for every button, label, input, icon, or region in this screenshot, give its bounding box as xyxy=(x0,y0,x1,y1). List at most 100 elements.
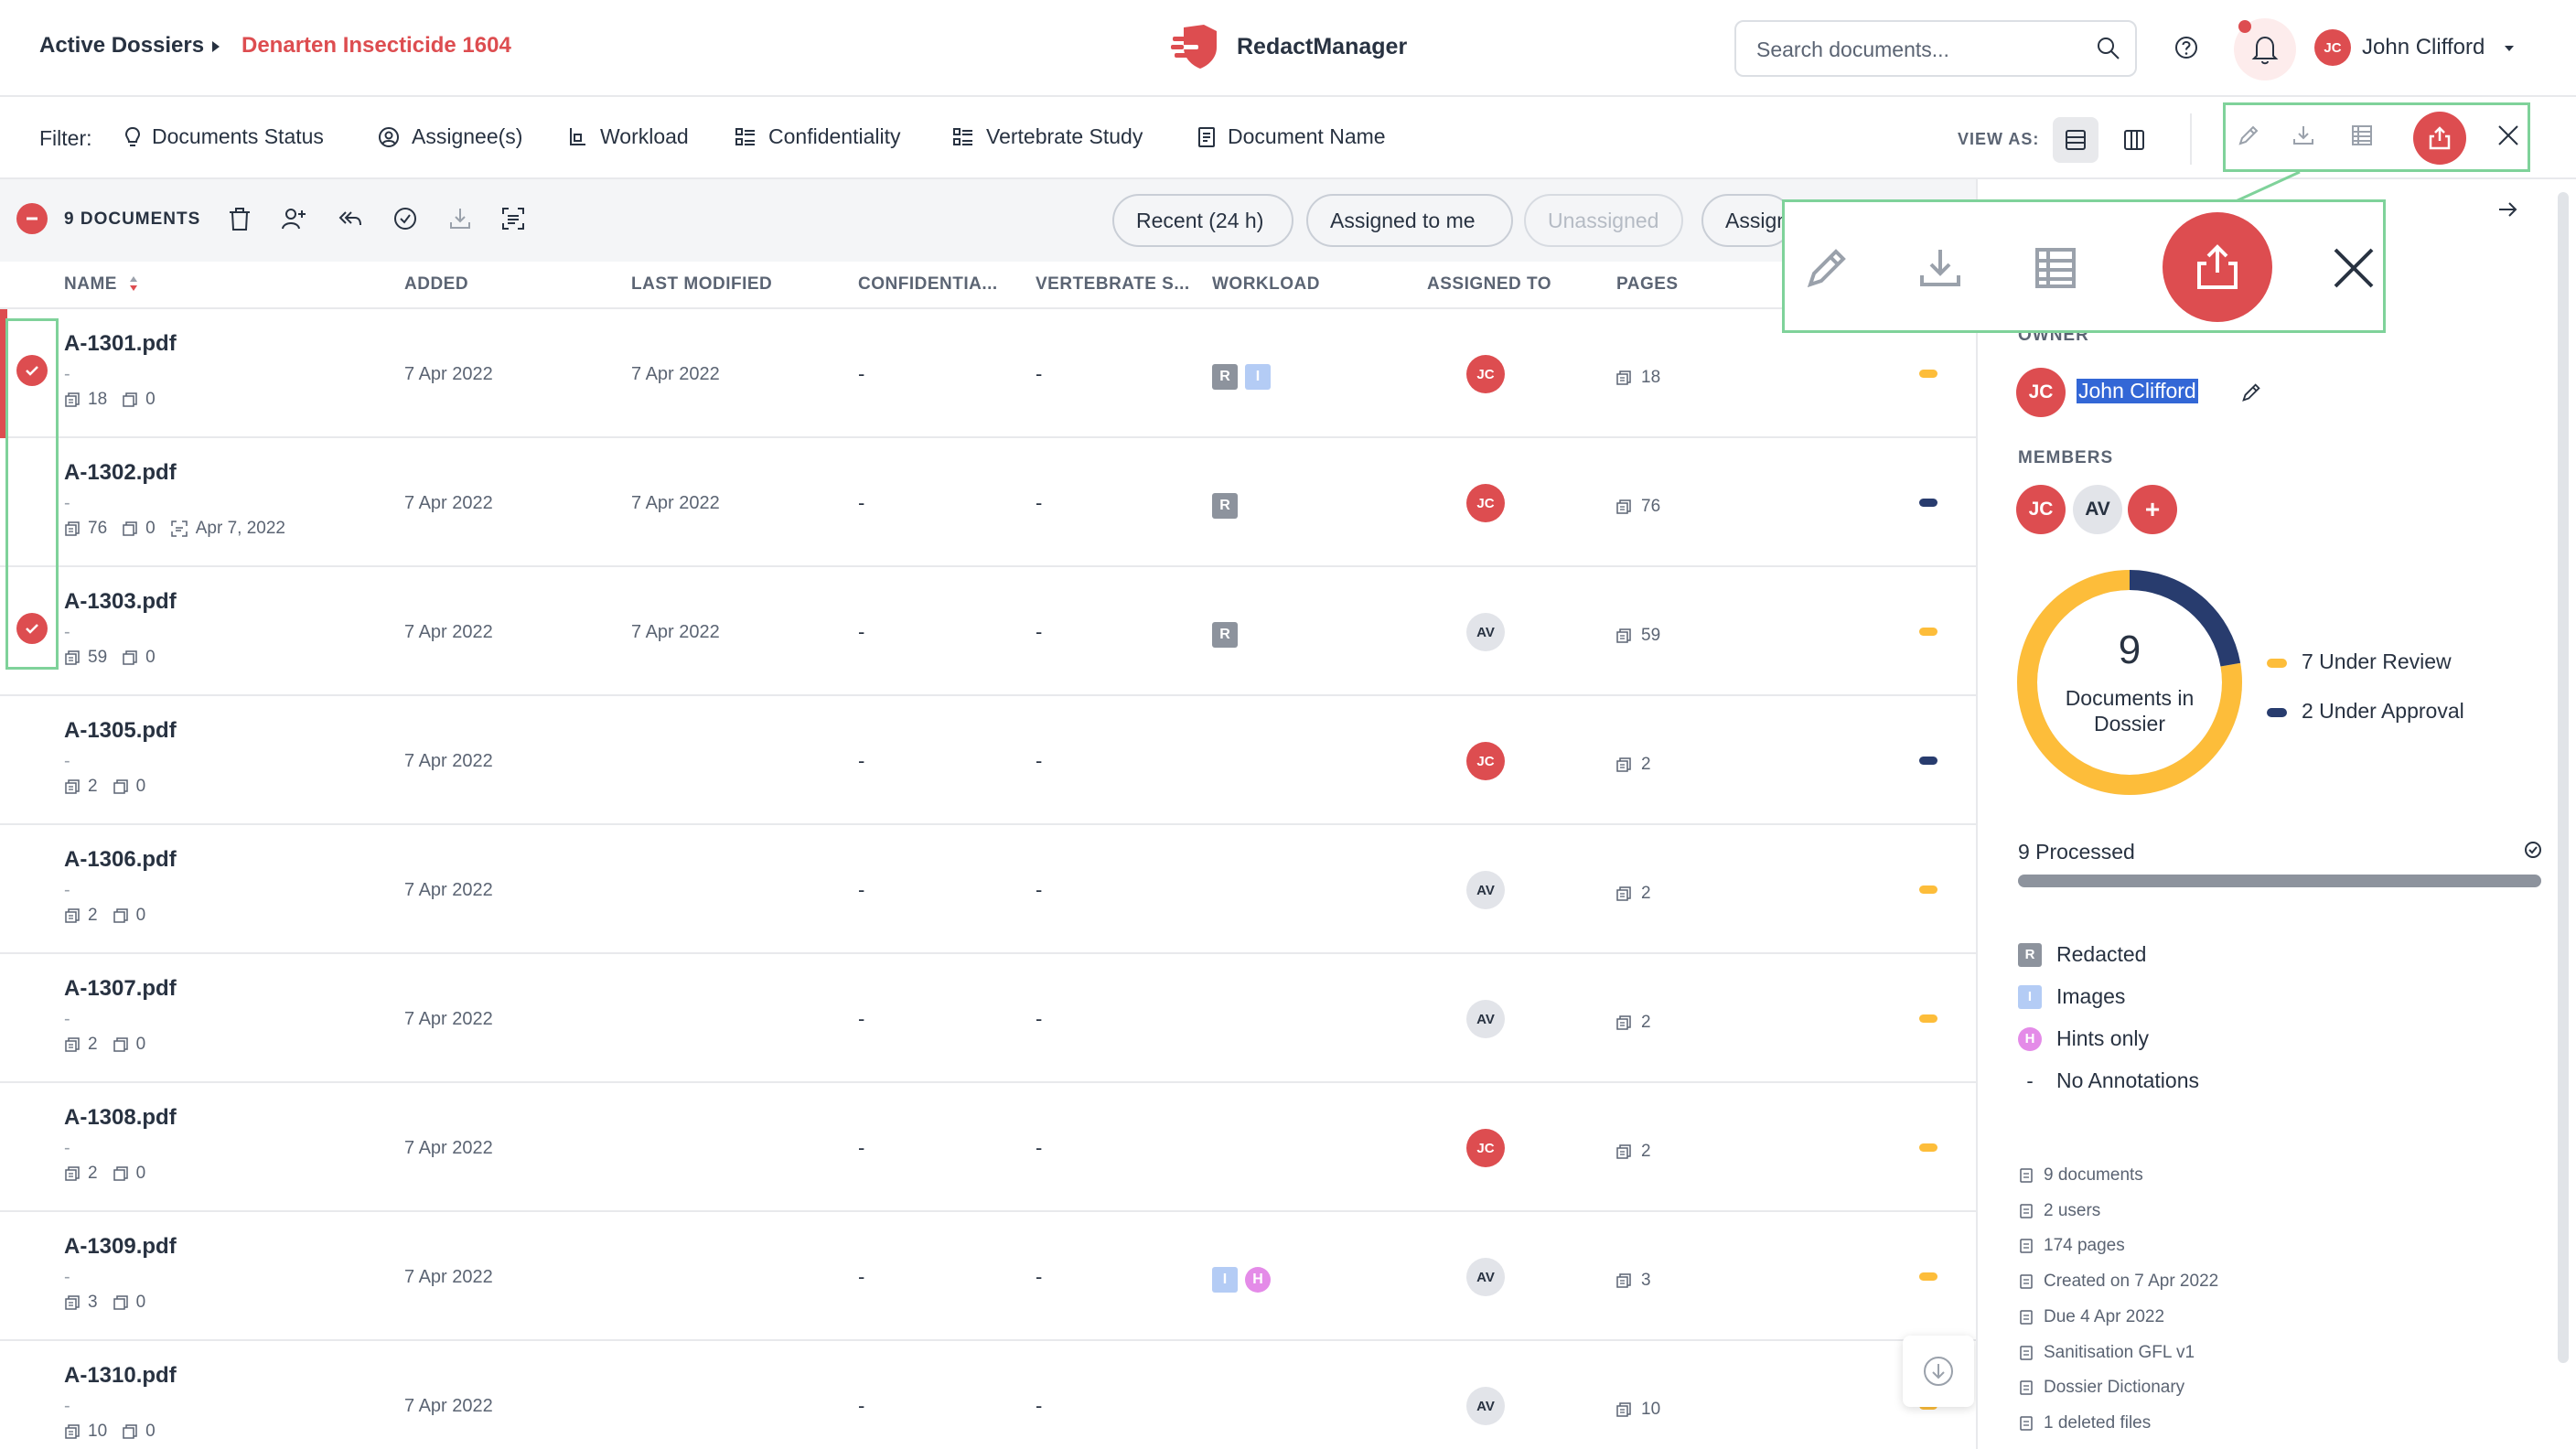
filter-documents-status[interactable]: Documents Status xyxy=(124,124,324,149)
row-checkbox[interactable] xyxy=(16,871,48,902)
filter-document-name[interactable]: Document Name xyxy=(1197,124,1386,149)
row-checkbox[interactable] xyxy=(16,1258,48,1289)
add-member-button[interactable]: + xyxy=(2128,485,2177,534)
approve-check-icon[interactable] xyxy=(392,205,419,232)
annotation-legend-none[interactable]: - No Annotations xyxy=(2018,1068,2199,1093)
edit-pencil-icon[interactable] xyxy=(1801,242,1852,294)
quick-filter-recent[interactable]: Recent (24 h) xyxy=(1112,194,1293,247)
meta-files: 0 xyxy=(145,648,156,667)
export-button[interactable] xyxy=(2413,112,2466,165)
template-icon xyxy=(2020,1345,2033,1360)
row-checkbox[interactable] xyxy=(16,1000,48,1031)
annotation-legend-redacted[interactable]: R Redacted xyxy=(2018,942,2146,967)
document-name[interactable]: A-1308.pdf xyxy=(64,1105,177,1131)
download-icon[interactable] xyxy=(1915,242,1966,294)
edit-owner-pencil-icon[interactable] xyxy=(2239,381,2263,404)
document-name[interactable]: A-1307.pdf xyxy=(64,976,177,1002)
column-header-pages[interactable]: PAGES xyxy=(1616,274,1679,295)
row-checkbox[interactable] xyxy=(16,1129,48,1160)
owner-name[interactable]: John Clifford xyxy=(2077,379,2198,403)
document-name[interactable]: A-1305.pdf xyxy=(64,718,177,744)
column-header-workload[interactable]: WORKLOAD xyxy=(1212,274,1320,295)
column-header-assigned-to[interactable]: ASSIGNED TO xyxy=(1427,274,1551,295)
download-icon[interactable] xyxy=(446,205,474,232)
table-row[interactable]: A-1306.pdf -2 0 7 Apr 2022- - AV 2 xyxy=(0,825,1976,954)
assignee-avatar[interactable]: AV xyxy=(1466,1387,1505,1425)
table-row[interactable]: A-1307.pdf -2 0 7 Apr 2022- - AV 2 xyxy=(0,954,1976,1083)
document-name[interactable]: A-1303.pdf xyxy=(64,589,177,615)
document-name[interactable]: A-1301.pdf xyxy=(64,331,177,357)
assignee-avatar[interactable]: AV xyxy=(1466,1258,1505,1296)
document-name[interactable]: A-1306.pdf xyxy=(64,847,177,873)
help-icon[interactable] xyxy=(2174,35,2199,60)
column-header-added[interactable]: ADDED xyxy=(404,274,468,295)
table-row[interactable]: A-1302.pdf -76 0 Apr 7, 2022 7 Apr 2022 7 Apr… xyxy=(0,438,1976,567)
search-box[interactable]: Search documents... xyxy=(1734,20,2137,77)
collapse-arrow-icon[interactable] xyxy=(2496,198,2519,221)
table-row[interactable]: A-1310.pdf -10 0 7 Apr 2022- - AV 10 xyxy=(0,1341,1976,1449)
assignee-avatar[interactable]: JC xyxy=(1466,742,1505,780)
assignee-avatar[interactable]: JC xyxy=(1466,355,1505,393)
confidentiality-value: - xyxy=(858,1136,865,1159)
list-view-button[interactable] xyxy=(2053,117,2098,163)
table-row[interactable]: A-1305.pdf -2 0 7 Apr 2022- - JC 2 xyxy=(0,696,1976,825)
report-table-icon[interactable] xyxy=(2030,242,2081,294)
document-name[interactable]: A-1302.pdf xyxy=(64,460,177,486)
assignee-avatar[interactable]: AV xyxy=(1466,613,1505,651)
table-row[interactable]: A-1308.pdf -2 0 7 Apr 2022- - JC 2 xyxy=(0,1083,1976,1212)
quick-filter-assigned-to-others[interactable]: Assigned to others xyxy=(1701,194,1793,247)
reply-all-icon[interactable] xyxy=(337,205,364,232)
delete-icon[interactable] xyxy=(227,205,252,232)
filter-workload[interactable]: Workload xyxy=(565,124,689,149)
search-icon[interactable] xyxy=(2095,35,2122,62)
row-checkbox[interactable] xyxy=(16,1387,48,1418)
assign-user-icon[interactable] xyxy=(280,205,307,232)
workflow-view-button[interactable] xyxy=(2111,117,2157,163)
assignee-avatar[interactable]: JC xyxy=(1466,484,1505,522)
search-input[interactable]: Search documents... xyxy=(1756,38,1949,62)
filter-assignees[interactable]: Assignee(s) xyxy=(377,124,522,149)
edit-pencil-icon[interactable] xyxy=(2236,123,2261,148)
annotation-legend-images[interactable]: I Images xyxy=(2018,984,2125,1009)
row-checkbox[interactable] xyxy=(16,742,48,773)
assignee-avatar[interactable]: AV xyxy=(1466,871,1505,909)
column-header-vertebrate-study[interactable]: VERTEBRATE S... xyxy=(1036,274,1190,295)
deselect-all-button[interactable] xyxy=(16,203,48,234)
close-icon[interactable] xyxy=(2496,123,2521,148)
quick-filter-unassigned[interactable]: Unassigned xyxy=(1524,194,1683,247)
breadcrumb-active-dossiers[interactable]: Active Dossiers xyxy=(39,33,204,59)
export-button-zoomed[interactable] xyxy=(2163,212,2272,322)
user-name[interactable]: John Clifford xyxy=(2362,35,2485,60)
download-icon[interactable] xyxy=(2291,123,2316,148)
breadcrumb-current-dossier[interactable]: Denarten Insecticide 1604 xyxy=(242,33,511,59)
sidebar-scrollbar[interactable] xyxy=(2558,192,2569,1363)
user-avatar[interactable]: JC xyxy=(2314,29,2351,66)
assignee-avatar[interactable]: JC xyxy=(1466,1129,1505,1167)
table-row[interactable]: A-1303.pdf -59 0 7 Apr 2022 7 Apr 2022- - R AV 5… xyxy=(0,567,1976,696)
toolbar-zoom-callout xyxy=(1782,199,2386,333)
column-header-name[interactable]: NAME xyxy=(64,274,117,295)
ocr-scan-icon[interactable] xyxy=(499,205,527,232)
column-header-last-modified[interactable]: LAST MODIFIED xyxy=(631,274,772,295)
sort-icon[interactable] xyxy=(128,273,139,295)
chevron-down-icon[interactable] xyxy=(2503,44,2516,53)
document-name[interactable]: A-1310.pdf xyxy=(64,1363,177,1389)
table-row[interactable]: A-1301.pdf -18 0 7 Apr 2022 7 Apr 2022- - R I JC… xyxy=(0,309,1976,438)
column-header-confidentiality[interactable]: CONFIDENTIA... xyxy=(858,274,998,295)
filter-vertebrate-study[interactable]: Vertebrate Study xyxy=(951,124,1143,149)
quick-filter-assigned-to-me[interactable]: Assigned to me xyxy=(1306,194,1513,247)
pages-icon xyxy=(1616,1273,1631,1288)
confidentiality-value: - xyxy=(858,1007,865,1030)
document-name[interactable]: A-1309.pdf xyxy=(64,1234,177,1260)
report-table-icon[interactable] xyxy=(2349,123,2375,148)
table-row[interactable]: A-1309.pdf -3 0 7 Apr 2022- - I H AV 3 xyxy=(0,1212,1976,1341)
files-icon xyxy=(113,1166,128,1181)
close-icon[interactable] xyxy=(2328,242,2379,294)
document-meta: 59 0 xyxy=(64,648,170,668)
assignee-avatar[interactable]: AV xyxy=(1466,1000,1505,1038)
filter-confidentiality[interactable]: Confidentiality xyxy=(734,124,900,149)
annotation-legend-hints[interactable]: H Hints only xyxy=(2018,1026,2149,1051)
legend-under-review[interactable]: 7 Under Review xyxy=(2302,649,2452,674)
legend-under-approval[interactable]: 2 Under Approval xyxy=(2302,699,2464,724)
scroll-to-bottom-button[interactable] xyxy=(1903,1336,1974,1407)
